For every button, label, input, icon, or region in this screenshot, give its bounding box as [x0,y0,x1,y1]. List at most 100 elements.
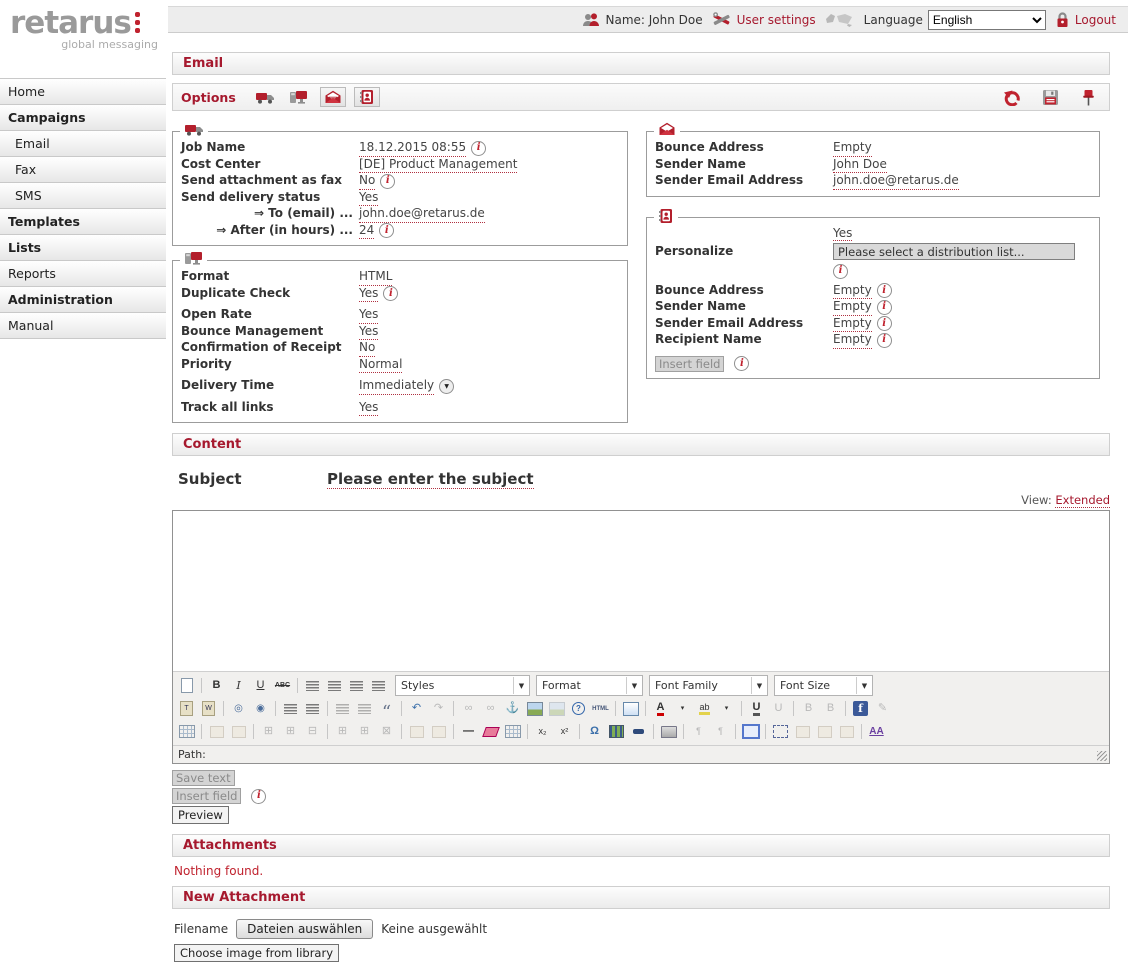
field-value[interactable]: Yes [359,190,378,207]
format-select[interactable]: Format▼ [536,675,643,696]
info-icon[interactable]: i [833,264,848,279]
field-value[interactable]: Yes [359,324,378,341]
dropdown-icon[interactable]: ▼ [439,379,454,394]
redo-button[interactable]: ↷ [428,699,449,718]
choose-image-from-library-button[interactable]: Choose image from library [174,944,339,962]
sidebar-item-home[interactable]: Home [0,79,166,105]
personalize-section-button[interactable] [354,87,380,107]
style-properties-button[interactable]: AA [866,722,887,741]
indent-button[interactable] [354,699,375,718]
field-value[interactable]: Empty [833,316,872,333]
font-family-select[interactable]: Font Family▼ [649,675,768,696]
info-icon[interactable]: i [379,223,394,238]
info-icon[interactable]: i [383,286,398,301]
personalize-value[interactable]: Yes [833,226,852,241]
insert-field-button[interactable]: Insert field [655,356,724,372]
format-options-section-button[interactable] [286,87,312,107]
field-value[interactable]: 18.12.2015 08:55 [359,140,466,157]
field-value[interactable]: john.doe@retarus.de [359,206,485,223]
align-justify-button[interactable] [368,676,389,695]
insert-field-button[interactable]: Insert field [172,788,241,804]
job-options-section-button[interactable] [252,87,278,107]
align-center-button[interactable] [324,676,345,695]
text-color-button[interactable]: A [650,699,671,718]
special-character-button[interactable]: Ω [584,722,605,741]
layer-backward-button[interactable] [814,722,835,741]
field-value[interactable]: Yes [359,286,378,303]
insert-link-button[interactable]: ∞ [458,699,479,718]
undo-button[interactable] [999,87,1025,107]
insert-image-button[interactable] [524,699,545,718]
logout-link[interactable]: Logout [1055,11,1116,28]
distribution-list-button[interactable]: Please select a distribution list... [833,243,1075,260]
info-icon[interactable]: i [734,356,749,371]
field-value[interactable]: No [359,173,375,190]
save-text-button[interactable]: Save text [172,770,235,786]
help-button[interactable]: ? [568,699,589,718]
field-value[interactable]: john.doe@retarus.de [833,173,959,190]
pin-button[interactable] [1075,87,1101,107]
layer-insert-button[interactable] [792,722,813,741]
ordered-list-button[interactable] [302,699,323,718]
editor-body[interactable] [173,511,1109,671]
insert-media-button[interactable] [606,722,627,741]
subscript-button[interactable]: x₂ [532,722,553,741]
sidebar-item-lists[interactable]: Lists [0,235,166,261]
table-cell-properties-button[interactable] [228,722,249,741]
ltr-button[interactable]: ¶ [688,722,709,741]
embed-object-button[interactable] [628,722,649,741]
sidebar-item-manual[interactable]: Manual [0,313,166,339]
html-source-button[interactable]: HTML [590,699,611,718]
paste-as-plain-text-button[interactable]: T [176,699,197,718]
fullscreen-button[interactable] [740,722,761,741]
merge-cells-button[interactable] [428,722,449,741]
facebook-share-button[interactable]: f [850,699,871,718]
sidebar-item-templates[interactable]: Templates [0,209,166,235]
delete-column-button[interactable]: ⊠ [376,722,397,741]
text-color-menu-button[interactable]: ▾ [672,699,693,718]
italic-button[interactable]: I [228,676,249,695]
split-cells-button[interactable] [406,722,427,741]
highlight-color-menu-button[interactable]: ▾ [716,699,737,718]
insert-column-before-button[interactable]: ⊞ [332,722,353,741]
subject-value[interactable]: Please enter the subject [327,470,534,489]
choose-file-button[interactable]: Dateien auswählen [236,919,373,939]
field-value[interactable]: Immediately [359,378,434,395]
field-value[interactable]: Empty [833,332,872,349]
undo-button[interactable]: ↶ [406,699,427,718]
sidebar-item-email[interactable]: Email [0,131,166,157]
find-replace-button[interactable]: ◉ [250,699,271,718]
insert-row-before-button[interactable]: ⊞ [258,722,279,741]
new-document-button[interactable] [176,676,197,695]
info-icon[interactable]: i [251,789,266,804]
sidebar-item-campaigns[interactable]: Campaigns [0,105,166,131]
insert-row-after-button[interactable]: ⊞ [280,722,301,741]
unordered-list-button[interactable] [280,699,301,718]
font-size-select[interactable]: Font Size▼ [774,675,873,696]
underline-button[interactable]: U [250,676,271,695]
info-icon[interactable]: i [380,174,395,189]
preview-page-button[interactable] [620,699,641,718]
sender-section-button[interactable] [320,87,346,107]
sidebar-item-reports[interactable]: Reports [0,261,166,287]
link-underline-button[interactable]: U [746,699,767,718]
resize-handle[interactable] [1097,751,1107,761]
field-value[interactable]: Yes [359,400,378,417]
table-row-properties-button[interactable] [206,722,227,741]
field-value[interactable]: Yes [359,307,378,324]
language-select[interactable]: English [928,10,1046,30]
strikethrough-button[interactable]: ABC [272,676,293,695]
info-icon[interactable]: i [877,333,892,348]
field-value[interactable]: Normal [359,357,402,374]
preview-button[interactable]: Preview [172,806,229,824]
bold-button[interactable]: B [206,676,227,695]
table-edit-button[interactable] [176,722,197,741]
save-button[interactable] [1037,87,1063,107]
field-value[interactable]: John Doe [833,157,887,174]
info-icon[interactable]: i [877,300,892,315]
unlink-button[interactable]: ∞ [480,699,501,718]
toggle-guidelines-button[interactable] [502,722,523,741]
sidebar-item-sms[interactable]: SMS [0,183,166,209]
delete-row-button[interactable]: ⊟ [302,722,323,741]
find-button[interactable]: ◎ [228,699,249,718]
